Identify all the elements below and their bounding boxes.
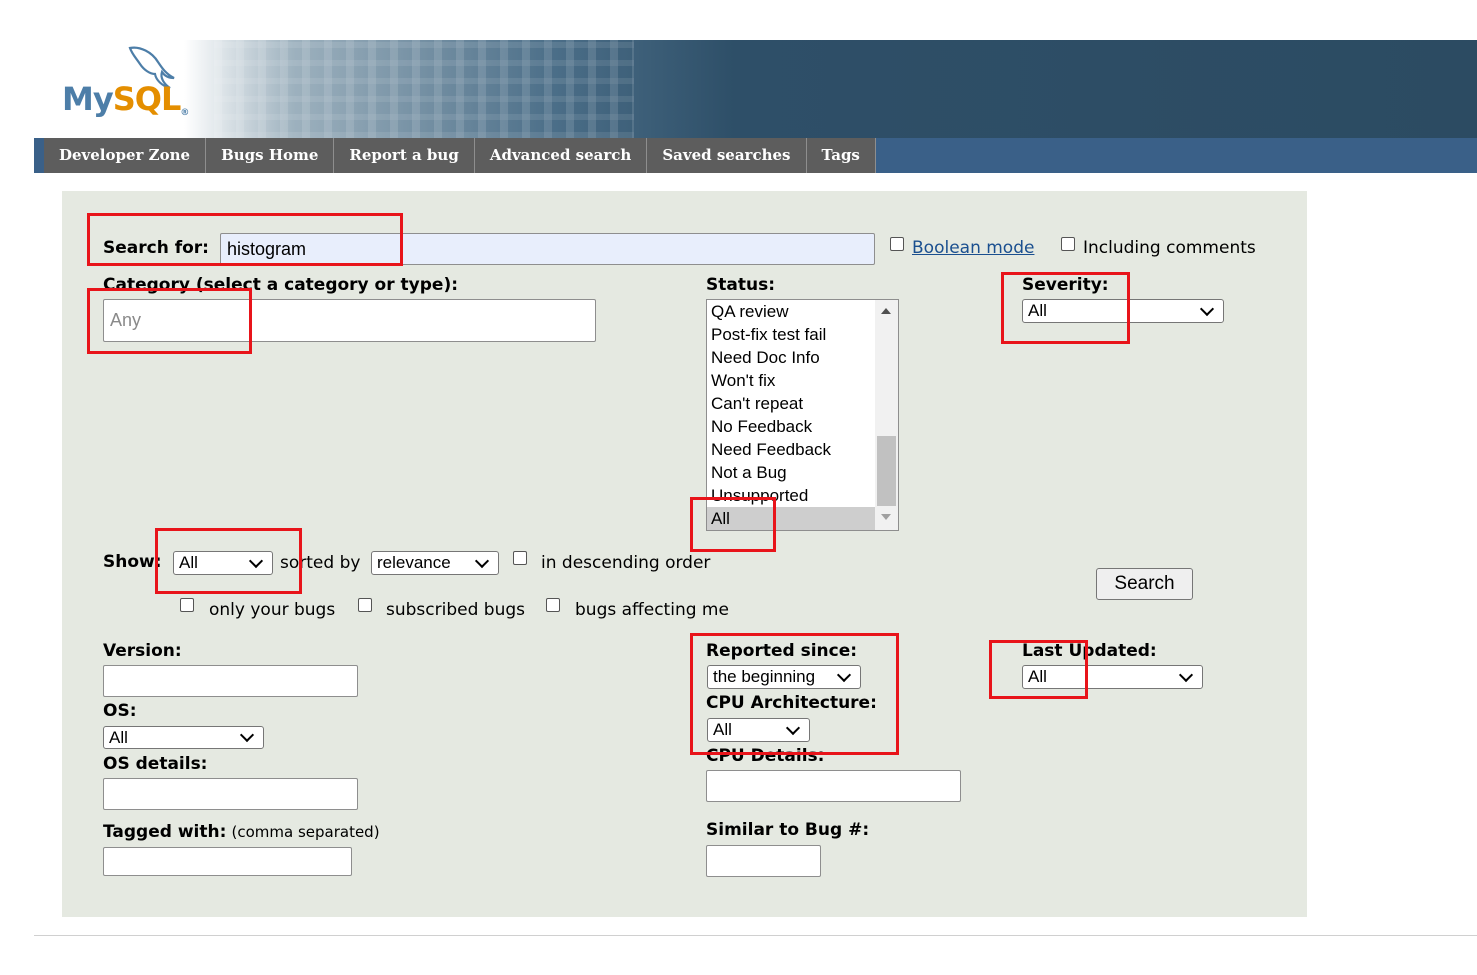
nav-saved-searches[interactable]: Saved searches	[647, 138, 807, 173]
status-label: Status:	[706, 275, 775, 295]
last-updated-select[interactable]: All	[1022, 665, 1203, 689]
boolean-mode-checkbox[interactable]	[890, 237, 904, 251]
mysql-logo[interactable]: MySQL®	[62, 80, 189, 118]
category-label: Category (select a category or type):	[103, 275, 459, 295]
bugs-affecting-me-label: bugs affecting me	[575, 600, 729, 620]
reported-since-value: the beginning	[713, 667, 816, 686]
os-select[interactable]: All	[103, 726, 264, 749]
tagged-with-hint: (comma separated)	[231, 823, 380, 841]
only-your-bugs-label: only your bugs	[209, 600, 336, 620]
descending-checkbox[interactable]	[513, 551, 527, 565]
cpu-details-input[interactable]	[706, 770, 961, 802]
main-nav-bar: Developer Zone Bugs Home Report a bug Ad…	[34, 138, 1477, 173]
header-pattern	[214, 40, 634, 138]
chevron-down-icon	[1178, 667, 1194, 682]
chevron-down-icon	[1199, 301, 1215, 316]
scroll-down-icon[interactable]	[881, 514, 891, 520]
reported-since-select[interactable]: the beginning	[707, 665, 861, 689]
status-option[interactable]: All	[707, 507, 898, 530]
subscribed-bugs-checkbox[interactable]	[358, 598, 372, 612]
show-label: Show:	[103, 552, 162, 572]
os-value: All	[109, 727, 128, 747]
severity-select[interactable]: All	[1022, 299, 1224, 323]
sorted-by-label: sorted by	[280, 553, 361, 573]
only-your-bugs-checkbox[interactable]	[180, 598, 194, 612]
version-label: Version:	[103, 641, 182, 661]
status-scroll-thumb[interactable]	[877, 436, 896, 506]
tagged-with-input[interactable]	[103, 847, 352, 876]
os-details-input[interactable]	[103, 778, 358, 810]
nav-advanced-search[interactable]: Advanced search	[475, 138, 648, 173]
last-updated-label: Last Updated:	[1022, 641, 1157, 661]
descending-label: in descending order	[541, 553, 711, 573]
status-option[interactable]: Unsupported	[707, 484, 898, 507]
search-button[interactable]: Search	[1096, 568, 1193, 600]
show-select[interactable]: All	[173, 551, 273, 575]
status-option[interactable]: Post-fix test fail	[707, 323, 898, 346]
status-option[interactable]: Need Feedback	[707, 438, 898, 461]
chevron-down-icon	[239, 727, 255, 743]
os-details-label: OS details:	[103, 754, 208, 774]
show-value: All	[179, 553, 198, 572]
status-option[interactable]: Not a Bug	[707, 461, 898, 484]
sort-select[interactable]: relevance	[371, 551, 499, 575]
bugs-affecting-me-checkbox[interactable]	[546, 598, 560, 612]
chevron-down-icon	[785, 720, 801, 735]
tagged-with-label: Tagged with:	[103, 822, 227, 842]
subscribed-bugs-label: subscribed bugs	[386, 600, 525, 620]
severity-label: Severity:	[1022, 275, 1109, 295]
cpu-architecture-select[interactable]: All	[707, 718, 810, 742]
nav-developer-zone[interactable]: Developer Zone	[44, 138, 207, 173]
chevron-down-icon	[474, 553, 490, 568]
status-scrollbar[interactable]	[875, 300, 898, 530]
nav-bugs-home[interactable]: Bugs Home	[206, 138, 335, 173]
status-option[interactable]: No Feedback	[707, 415, 898, 438]
os-label: OS:	[103, 701, 137, 721]
last-updated-value: All	[1028, 667, 1047, 686]
page-header-banner	[34, 40, 1477, 138]
chevron-down-icon	[248, 553, 264, 568]
cpu-architecture-label: CPU Architecture:	[706, 693, 877, 713]
search-text-input[interactable]: histogram	[220, 233, 875, 265]
boolean-mode-link[interactable]: Boolean mode	[912, 238, 1034, 258]
cpu-details-label: CPU Details:	[706, 746, 825, 766]
status-option[interactable]: Won't fix	[707, 369, 898, 392]
similar-to-bug-input[interactable]	[706, 845, 821, 877]
footer-divider	[34, 935, 1477, 936]
category-input[interactable]: Any	[103, 299, 596, 342]
including-comments-checkbox[interactable]	[1061, 237, 1075, 251]
sort-value: relevance	[377, 553, 451, 572]
status-listbox[interactable]: QA review Post-fix test fail Need Doc Info…	[706, 299, 899, 531]
status-option[interactable]: Can't repeat	[707, 392, 898, 415]
severity-value: All	[1028, 301, 1047, 320]
nav-tags[interactable]: Tags	[807, 138, 876, 173]
tagged-with-row: Tagged with: (comma separated)	[103, 822, 380, 842]
cpu-architecture-value: All	[713, 720, 732, 739]
nav-report-a-bug[interactable]: Report a bug	[334, 138, 475, 173]
chevron-down-icon	[836, 667, 852, 682]
status-option[interactable]: Need Doc Info	[707, 346, 898, 369]
similar-to-bug-label: Similar to Bug #:	[706, 820, 870, 840]
including-comments-label: Including comments	[1083, 238, 1256, 258]
reported-since-label: Reported since:	[706, 641, 858, 661]
scroll-up-icon[interactable]	[881, 308, 891, 314]
version-input[interactable]	[103, 665, 358, 697]
search-for-label: Search for:	[103, 238, 209, 258]
status-option[interactable]: QA review	[707, 300, 898, 323]
